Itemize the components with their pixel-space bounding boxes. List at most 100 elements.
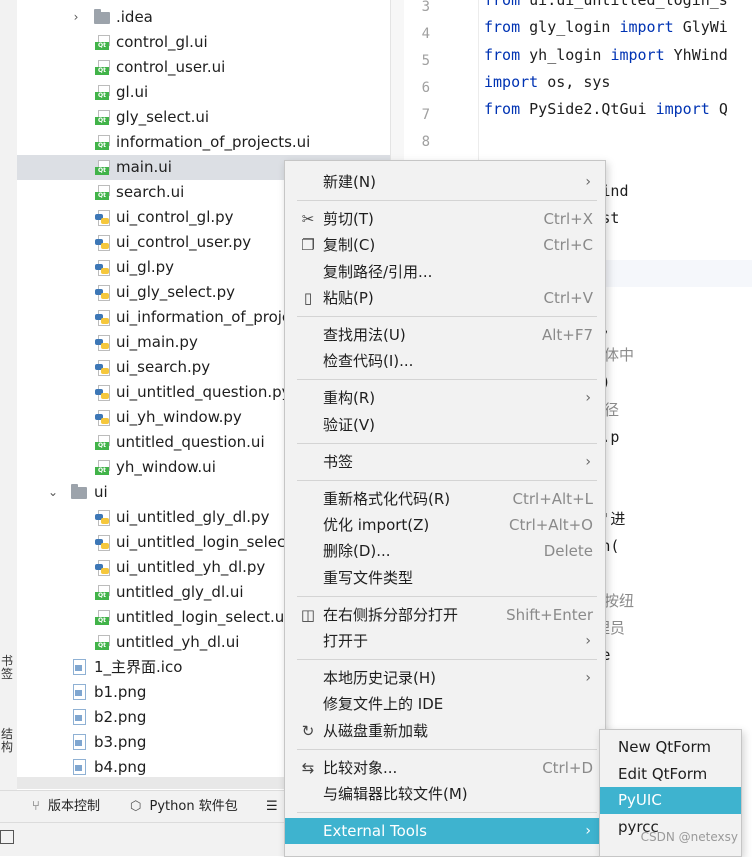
python-file-icon [95, 560, 110, 576]
tree-item-label: control_user.ui [116, 58, 226, 76]
tree-item-label: untitled_question.ui [116, 433, 265, 451]
bottom-tool-bar: ⑂ 版本控制 ⬡ Python 软件包 ☰ [0, 790, 285, 823]
menu-item[interactable]: ⇆ 比较对象... Ctrl+D [285, 755, 605, 781]
menu-item[interactable]: 重构(R) › [285, 385, 605, 411]
tree-item-label: ui_yh_window.py [116, 408, 242, 426]
submenu-item[interactable]: Edit QtForm [600, 761, 741, 788]
menu-item-label: 在右侧拆分部分打开 [323, 605, 459, 624]
qt-ui-file-icon: Qt [95, 85, 110, 100]
line-number: 8 [421, 134, 430, 150]
tree-file-row[interactable]: Qt gly_select.ui [17, 105, 390, 130]
branch-icon: ⑂ [32, 799, 40, 814]
menu-item[interactable]: 检查代码(I)... [285, 348, 605, 374]
tree-item-label: gly_select.ui [116, 108, 210, 126]
python-file-icon [95, 310, 110, 326]
code-line: from PySide2.QtGui import Q [484, 100, 728, 119]
tree-folder-row[interactable]: › .idea [17, 5, 390, 30]
folder-icon [71, 484, 87, 499]
menu-separator [297, 595, 597, 597]
menu-item[interactable]: 优化 import(Z) Ctrl+Alt+O [285, 512, 605, 538]
compare-icon: ⇆ [301, 758, 315, 777]
tree-item-label: ui_main.py [116, 333, 198, 351]
submenu-item-label: PyUIC [618, 791, 662, 810]
python-file-icon [95, 260, 110, 276]
tree-item-label: b2.png [94, 708, 147, 726]
menu-item-label: 新建(N) [323, 173, 376, 191]
vcs-tab[interactable]: ⑂ 版本控制 [32, 791, 100, 823]
menu-item-label: 重写文件类型 [323, 568, 414, 587]
menu-item[interactable]: 查找用法(U) Alt+F7 [285, 322, 605, 348]
image-file-icon [72, 709, 86, 725]
tree-item-label: ui_untitled_question.py [116, 383, 291, 401]
menu-item[interactable]: 打开于 › [285, 628, 605, 654]
tree-file-row[interactable]: Qt gl.ui [17, 80, 390, 105]
chevron-right-icon: › [585, 453, 591, 470]
packages-label: Python 软件包 [149, 799, 238, 814]
tree-file-row[interactable]: Qt information_of_projects.ui [17, 130, 390, 155]
menu-item[interactable]: 验证(V) [285, 412, 605, 438]
folder-icon [94, 9, 110, 24]
menu-item-shortcut: Ctrl+C [543, 236, 593, 255]
menu-item-label: 剪切(T) [323, 210, 374, 229]
more-tools-icon[interactable]: ☰ [266, 791, 278, 823]
python-file-icon [95, 235, 110, 251]
clipboard-icon: ▯ [303, 288, 313, 307]
tree-item-label: untitled_yh_dl.ui [116, 633, 240, 651]
menu-item[interactable]: 修复文件上的 IDE [285, 691, 605, 717]
structure-tool-label[interactable]: 结构 [1, 728, 15, 754]
tree-item-label: ui_search.py [116, 358, 211, 376]
menu-item-label: 复制路径/引用... [323, 262, 433, 281]
menu-item[interactable]: 重新格式化代码(R) Ctrl+Alt+L [285, 486, 605, 512]
menu-item[interactable]: 本地历史记录(H) › [285, 665, 605, 691]
code-line: from gly_login import GlyWi [484, 18, 728, 37]
menu-item[interactable]: ↻ 从磁盘重新加载 [285, 718, 605, 744]
tree-item-label: ui [94, 483, 108, 501]
menu-separator [297, 200, 597, 202]
menu-item[interactable]: 新建(N) › [285, 169, 605, 195]
menu-separator [297, 812, 597, 814]
menu-item[interactable]: ◫ 在右侧拆分部分打开 Shift+Enter [285, 602, 605, 628]
qt-ui-file-icon: Qt [95, 110, 110, 125]
chevron-right-icon: › [585, 390, 591, 407]
menu-item-label: 比较对象... [323, 758, 398, 777]
submenu-item[interactable]: PyUIC [600, 787, 741, 815]
qt-ui-file-icon: Qt [95, 610, 110, 625]
bookmarks-tool-label[interactable]: 书签 [1, 655, 15, 681]
tree-item-label: gl.ui [116, 83, 149, 101]
chevron-down-icon[interactable]: ⌄ [47, 480, 59, 505]
tree-item-label: untitled_gly_dl.ui [116, 583, 244, 601]
line-number: 7 [421, 107, 430, 123]
menu-item-label: 检查代码(I)... [323, 352, 414, 371]
chevron-right-icon: › [585, 823, 591, 840]
submenu-item-label: Edit QtForm [618, 764, 708, 783]
tree-file-row[interactable]: Qt control_user.ui [17, 55, 390, 80]
menu-item[interactable]: 删除(D)... Delete [285, 538, 605, 564]
menu-item[interactable]: 与编辑器比较文件(M) [285, 781, 605, 807]
line-number: 4 [421, 26, 430, 42]
menu-item[interactable]: External Tools › [285, 818, 605, 845]
scissors-icon: ✂ [301, 210, 315, 229]
tree-item-label: .idea [116, 8, 153, 26]
vcs-label: 版本控制 [47, 799, 100, 814]
menu-separator [297, 316, 597, 317]
chevron-right-icon[interactable]: › [70, 5, 82, 30]
qt-ui-file-icon: Qt [95, 435, 110, 450]
toggle-tool-windows-icon[interactable] [0, 830, 14, 844]
menu-item[interactable]: 重写文件类型 [285, 565, 605, 591]
tree-item-label: ui_untitled_yh_dl.py [116, 558, 266, 576]
menu-item-shortcut: Ctrl+D [542, 758, 593, 777]
menu-item-label: 重构(R) [323, 389, 376, 408]
tree-item-label: ui_gl.py [116, 258, 175, 276]
python-packages-tab[interactable]: ⬡ Python 软件包 [130, 791, 238, 823]
tree-file-row[interactable]: Qt control_gl.ui [17, 30, 390, 55]
menu-item-label: 重新格式化代码(R) [323, 490, 451, 508]
submenu-item[interactable]: New QtForm [600, 734, 741, 761]
menu-separator [297, 748, 597, 750]
line-number: 6 [421, 80, 430, 96]
menu-item[interactable]: 书签 › [285, 449, 605, 475]
menu-item[interactable]: ✂ 剪切(T) Ctrl+X [285, 206, 605, 232]
menu-item[interactable]: 复制路径/引用... [285, 259, 605, 285]
menu-item[interactable]: ❐ 复制(C) Ctrl+C [285, 232, 605, 258]
menu-item-shortcut: Delete [543, 542, 593, 561]
menu-item[interactable]: ▯ 粘贴(P) Ctrl+V [285, 285, 605, 311]
